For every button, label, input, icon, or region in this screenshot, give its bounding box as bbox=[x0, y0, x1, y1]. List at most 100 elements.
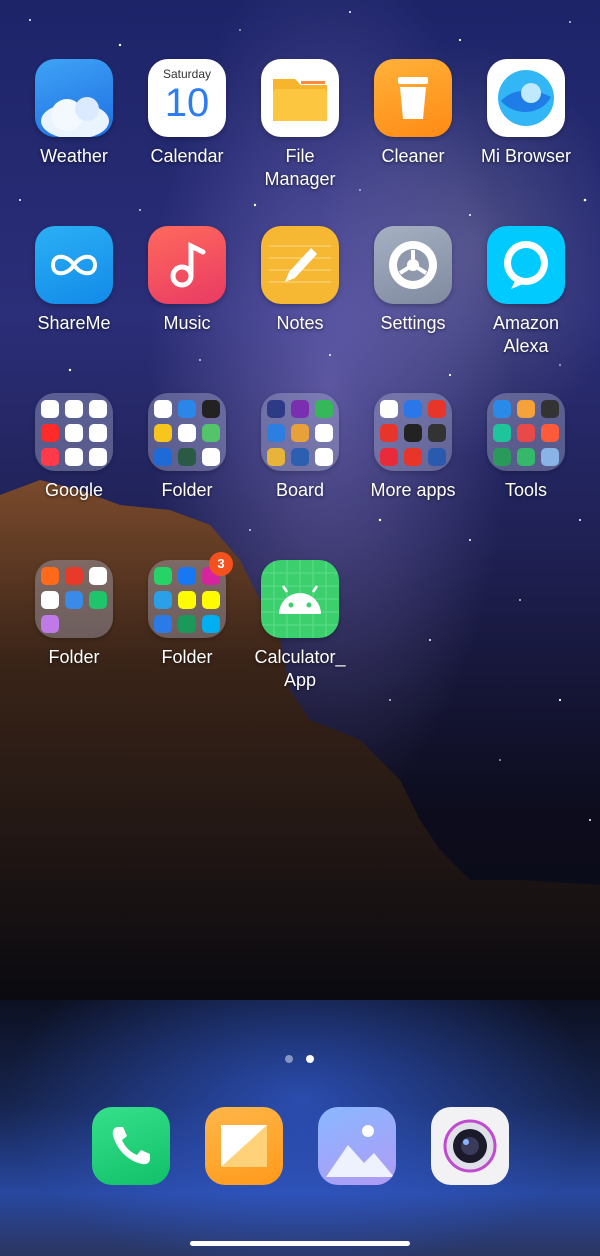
app-cleaner[interactable]: Cleaner bbox=[357, 59, 469, 209]
mi-icon bbox=[41, 567, 59, 585]
calculator-icon bbox=[517, 400, 535, 418]
amazon-icon bbox=[380, 400, 398, 418]
clock-icon bbox=[541, 400, 559, 418]
app-label: Mi Browser bbox=[480, 146, 571, 166]
whatsapp-icon bbox=[154, 567, 172, 585]
app-label: Board bbox=[275, 480, 325, 500]
badge-icon bbox=[202, 448, 220, 466]
wps-icon bbox=[428, 400, 446, 418]
home-indicator[interactable] bbox=[190, 1241, 410, 1246]
app-settings[interactable]: Settings bbox=[357, 226, 469, 376]
scanner-icon bbox=[493, 448, 511, 466]
security-icon bbox=[89, 591, 107, 609]
folder-icon bbox=[148, 393, 226, 471]
folder-icon bbox=[374, 393, 452, 471]
calendar-day: 10 bbox=[164, 81, 210, 125]
leaf-icon bbox=[517, 448, 535, 466]
messenger-icon bbox=[154, 615, 172, 633]
app-file-manager[interactable]: File Manager bbox=[244, 59, 356, 209]
app-label: Weather bbox=[40, 146, 108, 166]
card-icon bbox=[154, 448, 172, 466]
photos-icon bbox=[89, 448, 107, 466]
music-note-icon bbox=[148, 226, 226, 304]
app-weather[interactable]: Weather bbox=[18, 59, 130, 209]
duo-icon bbox=[65, 448, 83, 466]
folder-mi[interactable]: Folder bbox=[18, 560, 130, 710]
hangouts-icon bbox=[178, 615, 196, 633]
calendar-weekday: Saturday bbox=[162, 67, 212, 81]
pinterest-icon bbox=[404, 448, 422, 466]
app-label: Cleaner bbox=[381, 146, 445, 166]
app-amazon-alexa[interactable]: Amazon Alexa bbox=[470, 226, 582, 376]
google-icon bbox=[41, 400, 59, 418]
browser-icon bbox=[487, 59, 565, 137]
folder-icon bbox=[261, 393, 339, 471]
dock-phone[interactable] bbox=[92, 1107, 170, 1185]
mi-pay-icon bbox=[89, 567, 107, 585]
app-label: Settings bbox=[380, 313, 446, 333]
app-label: Folder bbox=[161, 647, 213, 667]
bhim-icon bbox=[154, 400, 172, 418]
dock-messages[interactable] bbox=[205, 1107, 283, 1185]
pay-icon bbox=[178, 400, 196, 418]
play-games-icon bbox=[315, 400, 333, 418]
video-icon bbox=[541, 424, 559, 442]
community-icon bbox=[41, 615, 59, 633]
folder-payments[interactable]: Folder bbox=[131, 393, 243, 543]
folder-google[interactable]: Google bbox=[18, 393, 130, 543]
android-icon bbox=[261, 560, 339, 638]
app-label: Calculator_ App bbox=[254, 647, 346, 690]
gallery-icon bbox=[326, 1125, 394, 1177]
gear-icon bbox=[374, 226, 452, 304]
snapchat-icon bbox=[178, 591, 196, 609]
controller-icon bbox=[267, 424, 285, 442]
app-shareme[interactable]: ShareMe bbox=[18, 226, 130, 376]
bank-icon bbox=[202, 424, 220, 442]
gaana-icon bbox=[380, 424, 398, 442]
chess-icon bbox=[291, 400, 309, 418]
trash-icon bbox=[374, 59, 452, 137]
recorder-icon bbox=[517, 424, 535, 442]
app-label: Tools bbox=[504, 480, 548, 500]
app-label: Amazon Alexa bbox=[492, 313, 560, 356]
dock-camera[interactable] bbox=[431, 1107, 509, 1185]
mi-store-icon bbox=[65, 567, 83, 585]
x-icon bbox=[428, 424, 446, 442]
themes-icon bbox=[65, 591, 83, 609]
app-label: Folder bbox=[161, 480, 213, 500]
folder-social[interactable]: 3 Folder bbox=[131, 552, 243, 710]
infinity-icon bbox=[35, 226, 113, 304]
app-label: Folder bbox=[48, 647, 100, 667]
facebook-icon bbox=[178, 567, 196, 585]
board-game-icon bbox=[291, 424, 309, 442]
app-label: Google bbox=[44, 480, 104, 500]
folder-more-apps[interactable]: More apps bbox=[357, 393, 469, 543]
folder-tools[interactable]: Tools bbox=[470, 393, 582, 543]
pencil-icon bbox=[261, 226, 339, 304]
snapchat-alt-icon bbox=[202, 591, 220, 609]
app-label: Calendar bbox=[150, 146, 224, 166]
carrom-icon bbox=[267, 448, 285, 466]
dock-gallery[interactable] bbox=[318, 1107, 396, 1185]
app-calendar[interactable]: Saturday 10 Calendar bbox=[131, 59, 243, 209]
page-dot-1[interactable] bbox=[285, 1055, 293, 1063]
page-dot-2[interactable] bbox=[306, 1055, 314, 1063]
app-music[interactable]: Music bbox=[131, 226, 243, 376]
phone-icon bbox=[112, 1127, 150, 1165]
contacts-icon bbox=[493, 400, 511, 418]
folder-board[interactable]: Board bbox=[244, 393, 356, 543]
app-calculator[interactable]: Calculator_ App bbox=[244, 560, 356, 710]
folder-icon bbox=[487, 393, 565, 471]
wallet-icon bbox=[202, 400, 220, 418]
play-icon bbox=[89, 424, 107, 442]
app-notes[interactable]: Notes bbox=[244, 226, 356, 376]
sss-icon bbox=[404, 424, 422, 442]
camera-icon bbox=[443, 1119, 497, 1173]
telegram-icon bbox=[154, 591, 172, 609]
ludo-icon bbox=[267, 400, 285, 418]
app-mi-browser[interactable]: Mi Browser bbox=[470, 59, 582, 209]
folder-icon bbox=[35, 560, 113, 638]
folder-small-icon bbox=[41, 591, 59, 609]
app-red-icon bbox=[380, 448, 398, 466]
app-label: ShareMe bbox=[37, 313, 111, 333]
